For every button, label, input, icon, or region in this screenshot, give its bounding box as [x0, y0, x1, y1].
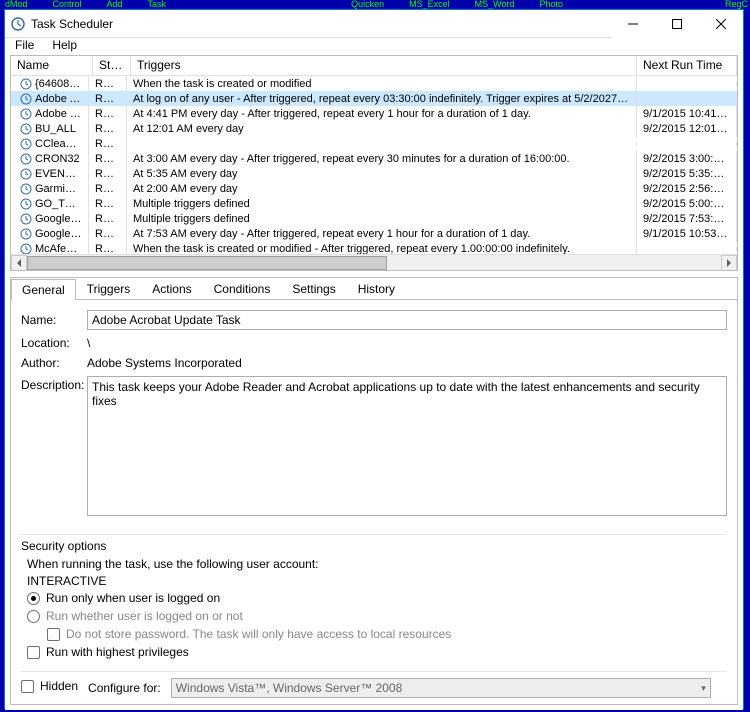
description-label: Description:: [21, 376, 87, 392]
clock-icon: [19, 168, 33, 180]
task-list: Name Status Triggers Next Run Time {6460…: [10, 55, 738, 271]
table-row[interactable]: GoogleUpda...ReadyMultiple triggers defi…: [11, 211, 737, 226]
configure-for-value: Windows Vista™, Windows Server™ 2008: [176, 681, 403, 695]
radio-run-logged-on[interactable]: [27, 592, 40, 605]
radio-run-logged-on-label: Run only when user is logged on: [46, 591, 220, 605]
checkbox-no-store-password[interactable]: [47, 628, 60, 641]
table-row[interactable]: EVENTS_PASTReadyAt 5:35 AM every day9/2/…: [11, 166, 737, 181]
table-row[interactable]: {646087CB-4...ReadyWhen the task is crea…: [11, 76, 737, 91]
clock-icon: [19, 153, 33, 165]
author-value: Adobe Systems Incorporated: [87, 356, 242, 370]
location-label: Location:: [21, 336, 87, 350]
details-pane: General Triggers Actions Conditions Sett…: [10, 277, 738, 705]
table-row[interactable]: GarminUpda...ReadyAt 2:00 AM every day9/…: [11, 181, 737, 196]
col-name[interactable]: Name: [11, 56, 93, 75]
table-row[interactable]: BU_ALLReadyAt 12:01 AM every day9/2/2015…: [11, 121, 737, 136]
checkbox-highest-privileges-label: Run with highest privileges: [46, 645, 189, 659]
menubar: File Help: [5, 38, 743, 52]
minimize-button[interactable]: [611, 10, 655, 38]
tab-actions[interactable]: Actions: [141, 278, 202, 299]
clock-icon: [19, 213, 33, 225]
table-row[interactable]: GO_TO_WORKReadyMultiple triggers defined…: [11, 196, 737, 211]
list-header: Name Status Triggers Next Run Time: [11, 56, 737, 76]
scroll-thumb[interactable]: [27, 256, 387, 270]
runas-label: When running the task, use the following…: [27, 557, 727, 571]
table-row[interactable]: Adobe Flash...ReadyAt 4:41 PM every day …: [11, 106, 737, 121]
menu-help[interactable]: Help: [52, 38, 77, 52]
location-value: \: [87, 336, 90, 350]
security-options-label: Security options: [21, 534, 727, 553]
window-title: Task Scheduler: [31, 17, 611, 31]
scroll-right-button[interactable]: [721, 255, 737, 271]
description-field[interactable]: This task keeps your Adobe Reader and Ac…: [87, 376, 727, 516]
chevron-down-icon: ▾: [701, 683, 706, 694]
table-row[interactable]: CCleanerSki...Ready: [11, 136, 737, 151]
scroll-left-button[interactable]: [11, 255, 27, 271]
checkbox-hidden-label: Hidden: [40, 679, 78, 693]
radio-run-either-label: Run whether user is logged on or not: [46, 609, 243, 623]
name-field[interactable]: Adobe Acrobat Update Task: [87, 310, 727, 330]
tab-strip: General Triggers Actions Conditions Sett…: [11, 278, 737, 300]
table-row[interactable]: McAfee Re...ReadyWhen the task is create…: [11, 241, 737, 254]
clock-icon: [19, 138, 33, 150]
horizontal-scrollbar[interactable]: [11, 254, 737, 270]
tab-triggers[interactable]: Triggers: [76, 278, 142, 299]
table-row[interactable]: Adobe Acro...ReadyAt log on of any user …: [11, 91, 737, 106]
col-triggers[interactable]: Triggers: [131, 56, 637, 75]
runas-account: INTERACTIVE: [27, 574, 727, 588]
table-row[interactable]: GoogleUpda...ReadyAt 7:53 AM every day -…: [11, 226, 737, 241]
table-row[interactable]: CRON32ReadyAt 3:00 AM every day - After …: [11, 151, 737, 166]
background-titlebar: dMod Control Add Task Quicken MS_Excel M…: [0, 0, 750, 9]
configure-for-combo[interactable]: Windows Vista™, Windows Server™ 2008 ▾: [171, 678, 711, 698]
configure-for-label: Configure for:: [88, 681, 161, 695]
tab-general[interactable]: General: [11, 279, 76, 300]
close-button[interactable]: [699, 10, 743, 38]
clock-icon: [19, 228, 33, 240]
checkbox-hidden[interactable]: [21, 680, 34, 693]
tab-conditions[interactable]: Conditions: [203, 278, 282, 299]
col-status[interactable]: Status: [93, 56, 131, 75]
maximize-button[interactable]: [655, 10, 699, 38]
tab-history[interactable]: History: [347, 278, 406, 299]
col-next-run[interactable]: Next Run Time: [637, 56, 737, 75]
radio-run-either[interactable]: [27, 610, 40, 623]
tab-settings[interactable]: Settings: [281, 278, 346, 299]
checkbox-highest-privileges[interactable]: [27, 646, 40, 659]
menu-file[interactable]: File: [15, 38, 34, 52]
name-label: Name:: [21, 313, 87, 327]
author-label: Author:: [21, 356, 87, 370]
clock-icon: [19, 198, 33, 210]
clock-icon: [19, 183, 33, 195]
app-icon: [11, 17, 25, 31]
checkbox-no-store-password-label: Do not store password. The task will onl…: [66, 627, 451, 641]
task-scheduler-window: Task Scheduler File Help Name Status Tri…: [4, 9, 744, 709]
titlebar[interactable]: Task Scheduler: [5, 10, 743, 38]
clock-icon: [19, 78, 33, 90]
clock-icon: [19, 108, 33, 120]
clock-icon: [19, 123, 33, 135]
clock-icon: [19, 93, 33, 105]
clock-icon: [19, 243, 33, 255]
